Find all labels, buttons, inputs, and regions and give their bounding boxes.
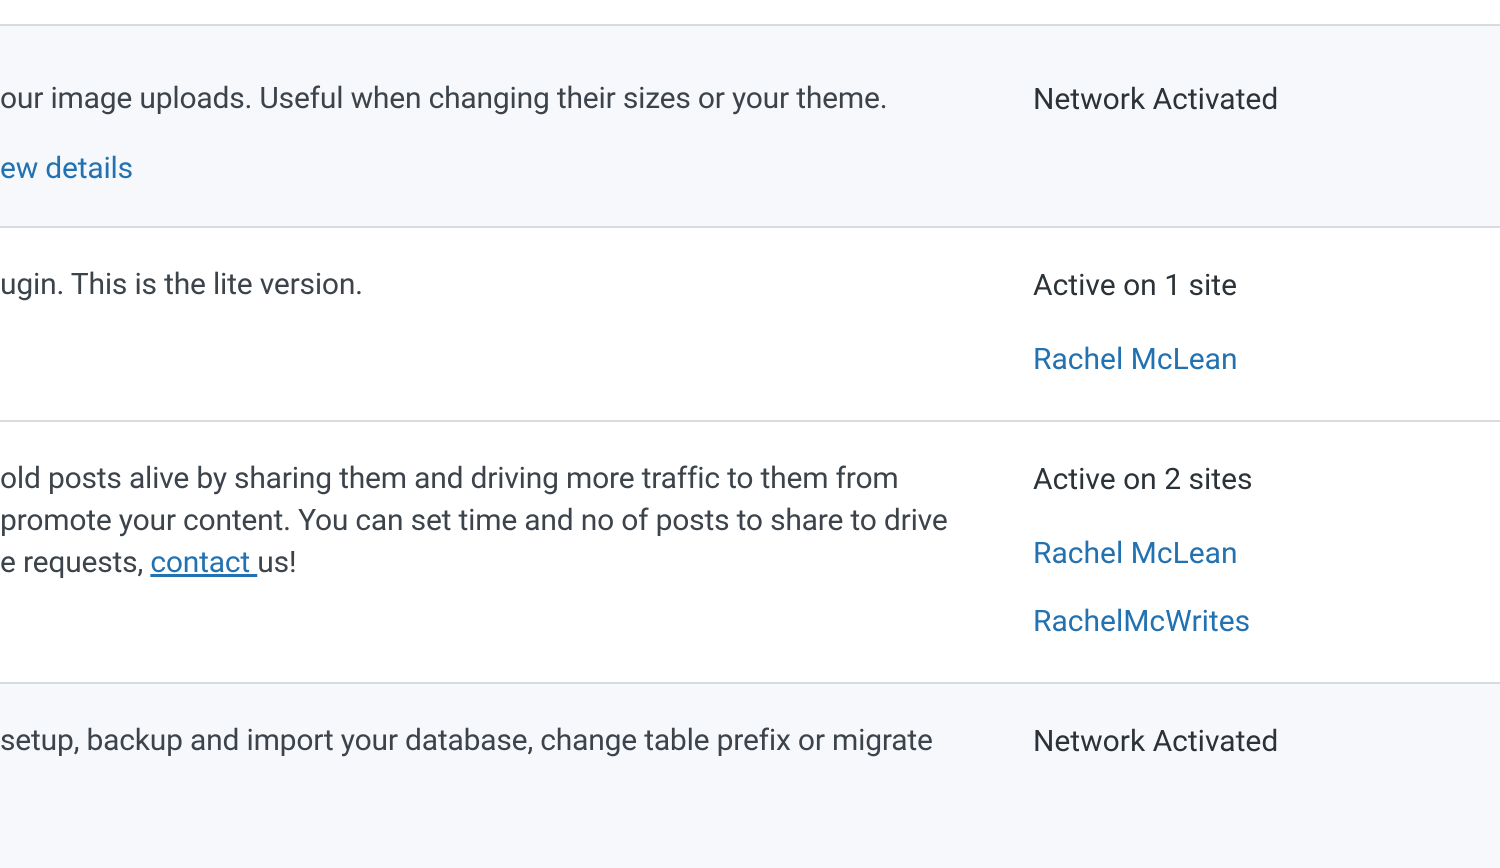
plugin-network-list: our image uploads. Useful when changing … [0, 0, 1500, 868]
plugin-row: our image uploads. Useful when changing … [0, 26, 1500, 228]
plugin-status: Active on 1 site [1033, 262, 1420, 310]
view-details-link[interactable]: ew details [0, 151, 133, 186]
plugin-description: setup, backup and import your database, … [0, 723, 933, 758]
plugin-status: Active on 2 sites [1033, 456, 1420, 504]
plugin-status-cell: Network Activated [1033, 78, 1420, 190]
plugin-description: our image uploads. Useful when changing … [0, 81, 887, 116]
plugin-description-pre: old posts alive by sharing them and driv… [0, 461, 948, 580]
plugin-description-post: us! [257, 545, 296, 580]
plugin-description-cell: ugin. This is the lite version. [0, 264, 1033, 384]
plugin-description-cell: our image uploads. Useful when changing … [0, 78, 1033, 190]
site-link[interactable]: Rachel McLean [1033, 336, 1420, 384]
plugin-description-cell: setup, backup and import your database, … [0, 720, 1033, 766]
plugin-status: Network Activated [1033, 76, 1420, 124]
plugin-row: setup, backup and import your database, … [0, 684, 1500, 868]
contact-link[interactable]: contact [150, 545, 257, 580]
plugin-status-cell: Active on 1 site Rachel McLean [1033, 264, 1420, 384]
plugin-description-cell: old posts alive by sharing them and driv… [0, 458, 1033, 646]
plugin-description: ugin. This is the lite version. [0, 267, 363, 302]
plugin-status: Network Activated [1033, 718, 1420, 766]
plugin-row: old posts alive by sharing them and driv… [0, 422, 1500, 684]
site-link[interactable]: RachelMcWrites [1033, 598, 1420, 646]
top-border [0, 0, 1500, 26]
plugin-meta: ew details [0, 148, 963, 190]
plugin-row: ugin. This is the lite version. Active o… [0, 228, 1500, 422]
plugin-status-cell: Active on 2 sites Rachel McLean RachelMc… [1033, 458, 1420, 646]
site-link[interactable]: Rachel McLean [1033, 530, 1420, 578]
plugin-status-cell: Network Activated [1033, 720, 1420, 766]
